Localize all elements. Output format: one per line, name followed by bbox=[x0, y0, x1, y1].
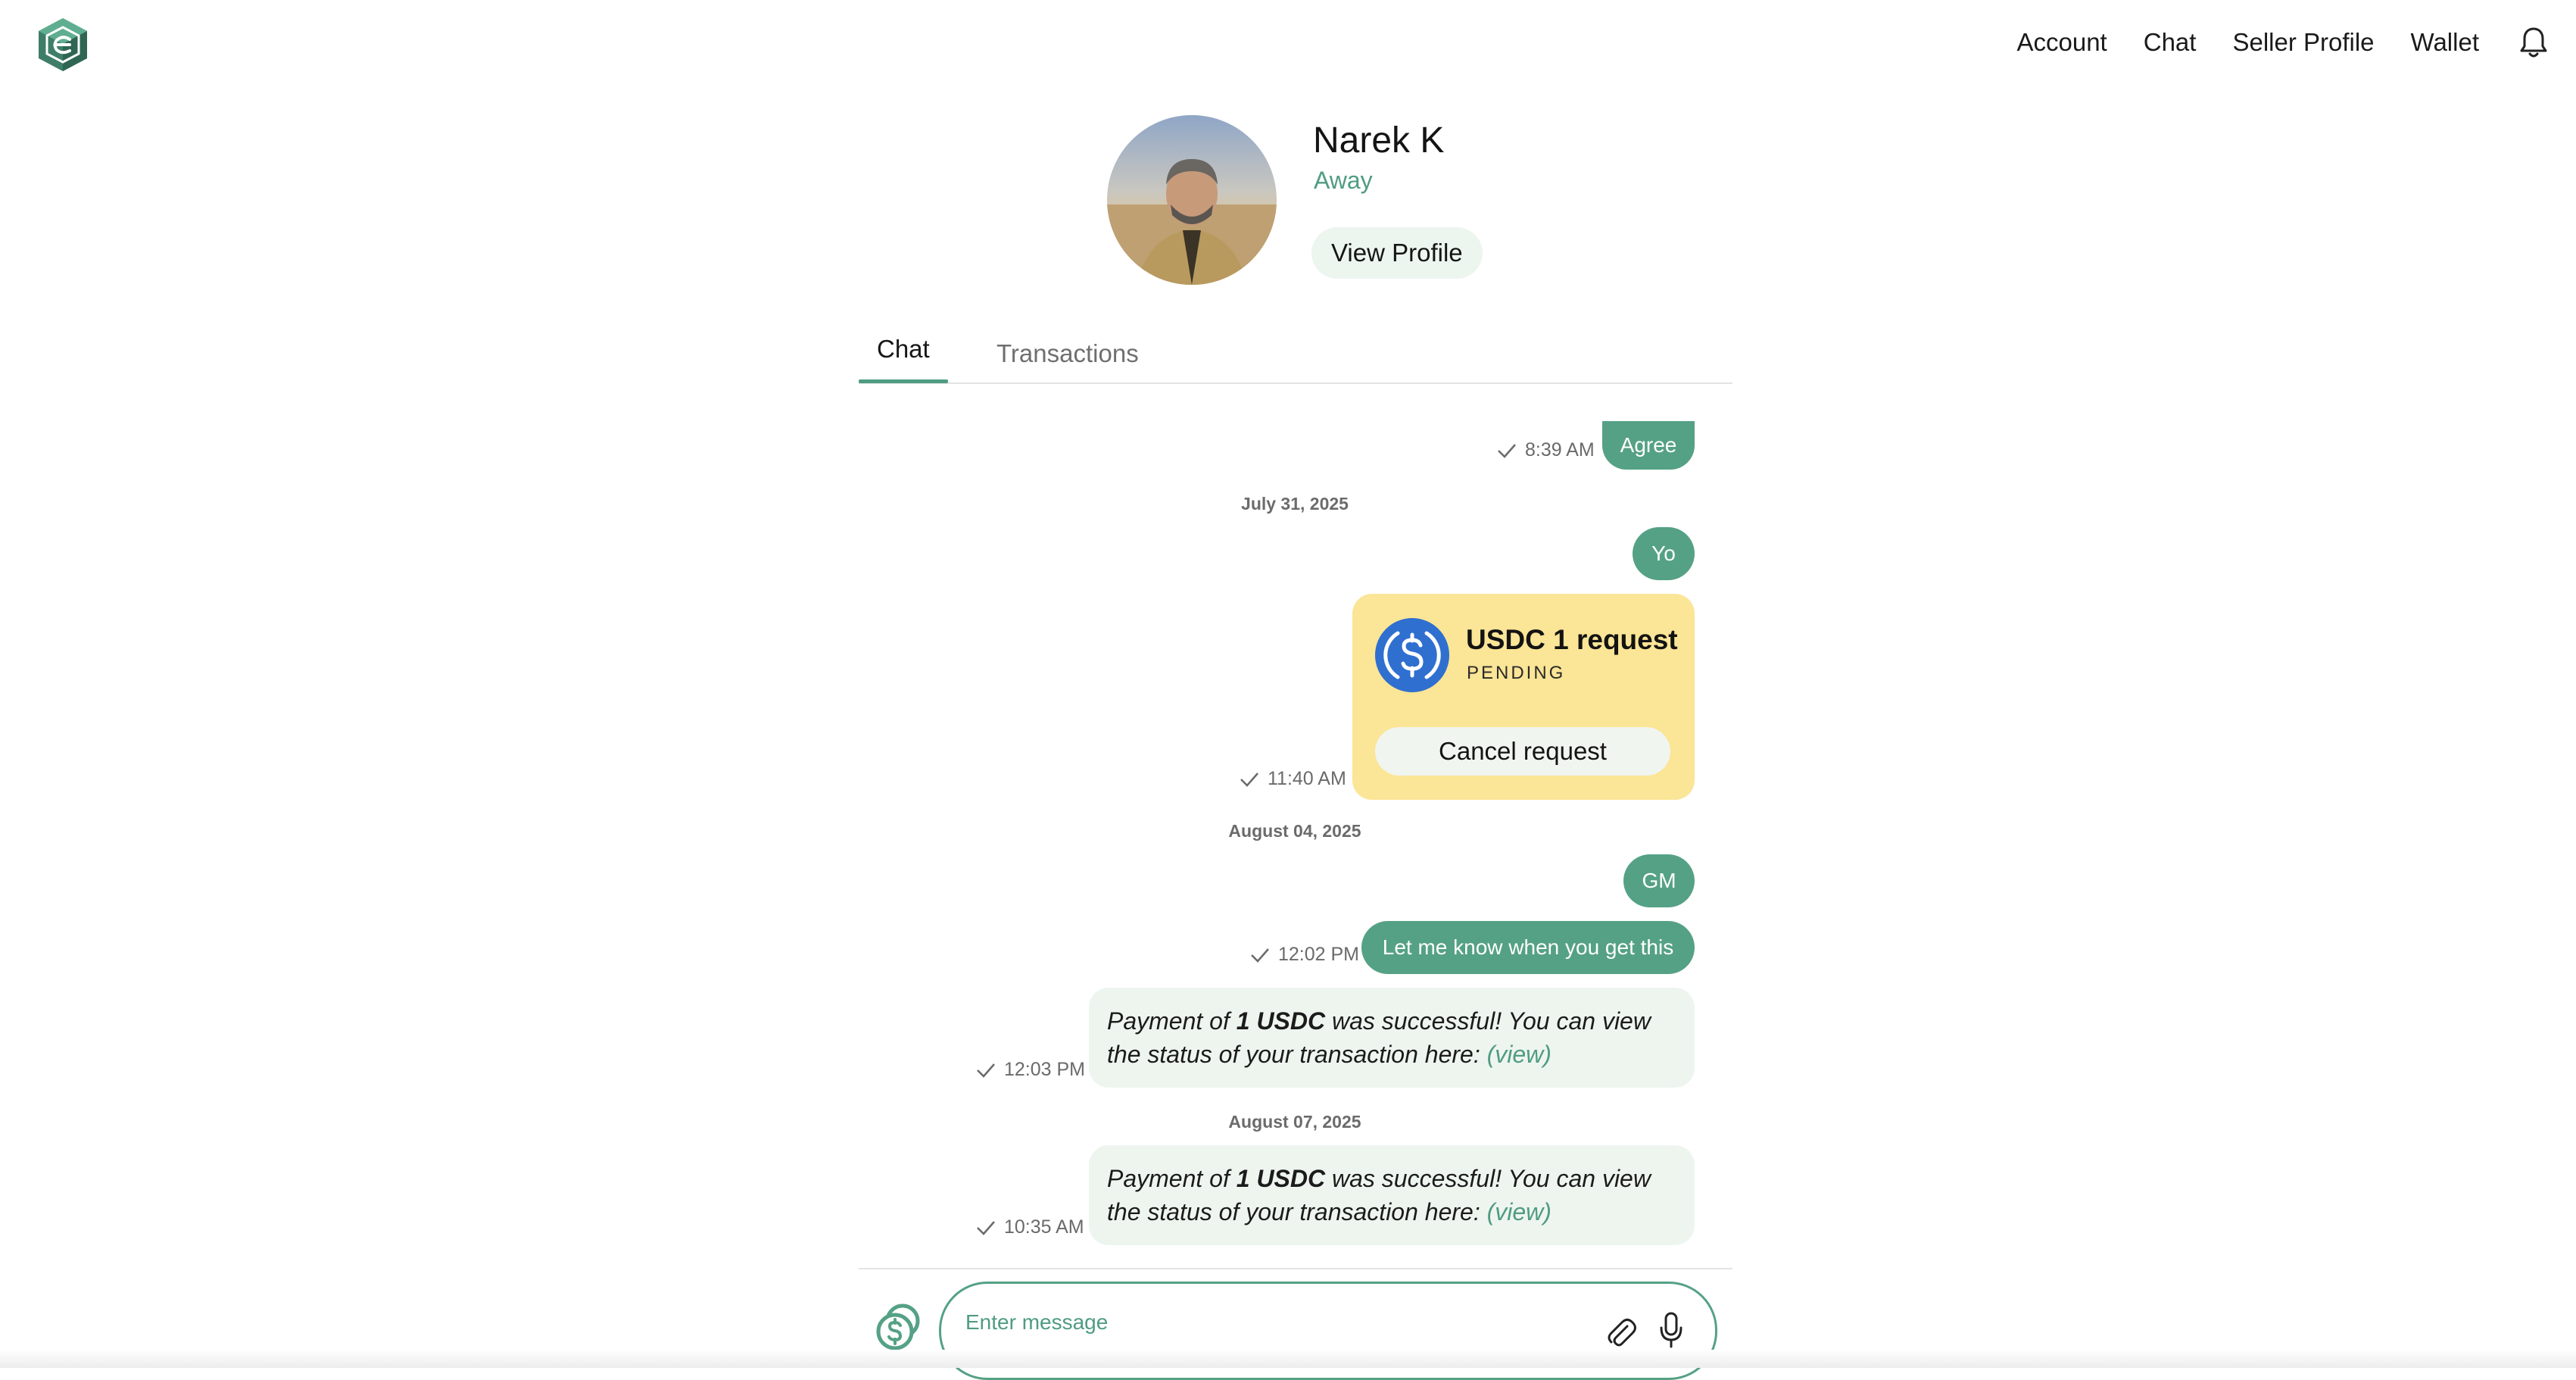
presence-status: Away bbox=[1314, 167, 1373, 194]
message-time: 12:03 PM bbox=[975, 1059, 1085, 1081]
message-time: 10:35 AM bbox=[975, 1216, 1084, 1238]
request-title: USDC 1 request bbox=[1466, 624, 1678, 655]
payment-request-card: USDC 1 request PENDING Cancel request bbox=[1352, 594, 1695, 800]
message-bubble-letme: Let me know when you get this bbox=[1361, 921, 1695, 974]
payment-line-1: Payment of 1 USDC was successful! You ca… bbox=[1107, 1007, 1651, 1035]
bell-icon[interactable] bbox=[2518, 26, 2549, 59]
check-icon bbox=[977, 1063, 995, 1078]
message-bubble-agree: Agree bbox=[1602, 421, 1695, 470]
date-separator: August 07, 2025 bbox=[1228, 1112, 1361, 1132]
payment-line-2: the status of your transaction here: (vi… bbox=[1107, 1198, 1552, 1225]
tab-chat[interactable]: Chat bbox=[877, 335, 930, 364]
tabs-divider bbox=[859, 382, 1732, 384]
payment-line-2: the status of your transaction here: (vi… bbox=[1107, 1041, 1552, 1068]
date-separator: July 31, 2025 bbox=[1241, 494, 1349, 514]
profile-name: Narek K bbox=[1313, 120, 1445, 161]
message-input[interactable] bbox=[964, 1307, 1588, 1338]
usdc-coin-icon bbox=[1375, 618, 1449, 692]
message-time: 12:02 PM bbox=[1249, 944, 1359, 966]
cancel-request-button[interactable]: Cancel request bbox=[1375, 727, 1670, 776]
paperclip-icon[interactable] bbox=[1605, 1316, 1636, 1347]
avatar[interactable] bbox=[1107, 115, 1277, 285]
composer-divider bbox=[859, 1268, 1732, 1269]
nav-chat[interactable]: Chat bbox=[2144, 28, 2197, 57]
nav-seller-profile[interactable]: Seller Profile bbox=[2232, 28, 2374, 57]
active-tab-indicator bbox=[859, 379, 948, 383]
message-time: 8:39 AM bbox=[1496, 439, 1595, 461]
tab-transactions[interactable]: Transactions bbox=[996, 339, 1139, 368]
payment-line-1: Payment of 1 USDC was successful! You ca… bbox=[1107, 1165, 1651, 1192]
nav-wallet[interactable]: Wallet bbox=[2411, 28, 2479, 57]
app-logo[interactable] bbox=[36, 17, 89, 73]
message-time: 11:40 AM bbox=[1239, 768, 1346, 790]
check-icon bbox=[977, 1220, 995, 1235]
view-profile-button[interactable]: View Profile bbox=[1311, 227, 1483, 279]
payment-success-message: Payment of 1 USDC was successful! You ca… bbox=[1089, 988, 1695, 1088]
message-time-label: 12:02 PM bbox=[1278, 944, 1360, 965]
hexagon-logo-icon bbox=[39, 18, 87, 71]
nav-account[interactable]: Account bbox=[2016, 28, 2107, 57]
message-time-label: 12:03 PM bbox=[1004, 1059, 1086, 1080]
date-separator: August 04, 2025 bbox=[1228, 821, 1361, 841]
check-icon bbox=[1251, 948, 1269, 963]
message-time-label: 8:39 AM bbox=[1525, 439, 1595, 461]
check-icon bbox=[1240, 772, 1258, 787]
payment-success-message: Payment of 1 USDC was successful! You ca… bbox=[1089, 1145, 1695, 1245]
send-payment-icon[interactable] bbox=[874, 1301, 925, 1353]
message-bubble-yo: Yo bbox=[1633, 527, 1695, 580]
avatar-photo bbox=[1107, 115, 1277, 285]
view-transaction-link[interactable]: (view) bbox=[1487, 1041, 1552, 1068]
message-time-label: 10:35 AM bbox=[1004, 1216, 1084, 1238]
view-transaction-link[interactable]: (view) bbox=[1487, 1198, 1552, 1225]
message-time-label: 11:40 AM bbox=[1268, 768, 1346, 789]
microphone-icon[interactable] bbox=[1658, 1311, 1685, 1349]
message-bubble-gm: GM bbox=[1623, 854, 1695, 907]
request-status: PENDING bbox=[1467, 663, 1566, 683]
top-nav: Account Chat Seller Profile Wallet bbox=[2016, 26, 2549, 59]
check-icon bbox=[1498, 443, 1516, 458]
bottom-edge bbox=[0, 1350, 2576, 1368]
